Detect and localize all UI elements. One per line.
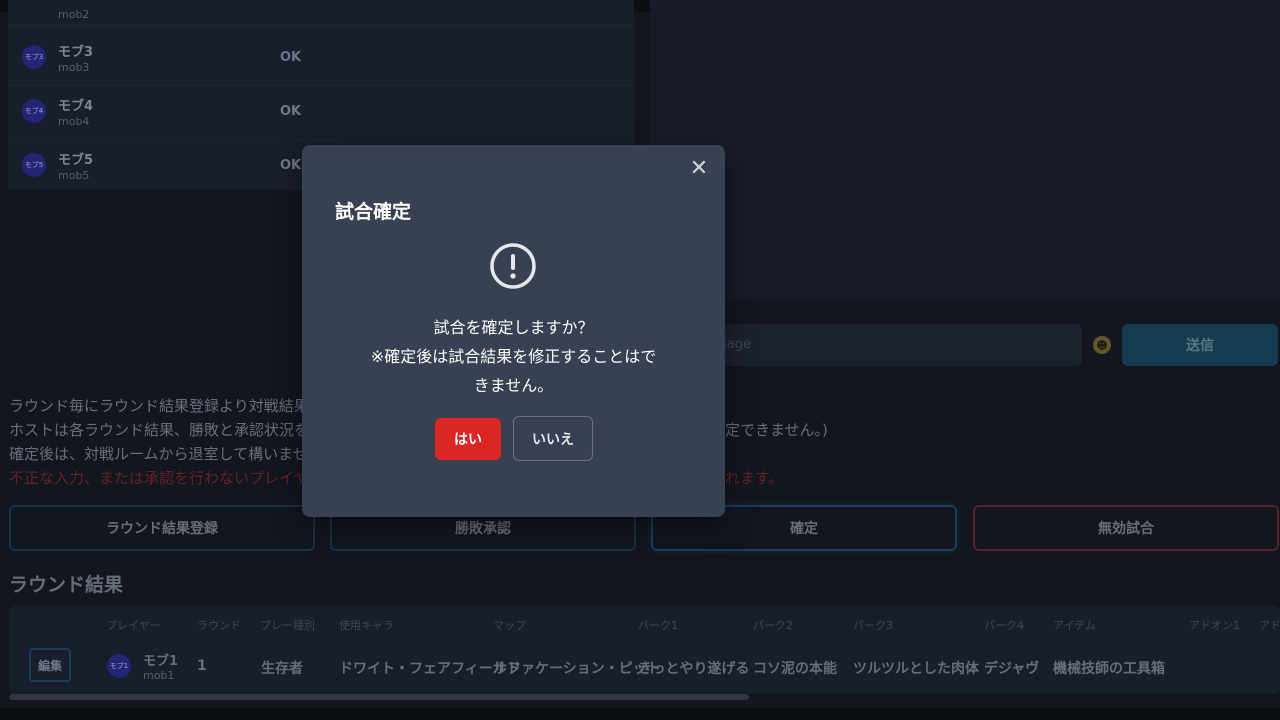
dialog-message-line: ※確定後は試合結果を修正することはで bbox=[370, 347, 657, 366]
close-icon[interactable]: ✕ bbox=[687, 157, 711, 181]
yes-button[interactable]: はい bbox=[435, 418, 501, 460]
dialog-message-line: きません。 bbox=[473, 376, 554, 395]
confirm-dialog: ✕ 試合確定 試合を確定しますか？ ※確定後は試合結果を修正することはで きませ… bbox=[302, 145, 725, 517]
no-button[interactable]: いいえ bbox=[513, 416, 593, 461]
exclamation-icon bbox=[490, 243, 536, 289]
dialog-title: 試合確定 bbox=[335, 201, 412, 223]
dialog-message-line: 試合を確定しますか？ bbox=[433, 318, 594, 337]
dialog-message: 試合を確定しますか？ ※確定後は試合結果を修正することはで きません。 bbox=[322, 313, 705, 400]
